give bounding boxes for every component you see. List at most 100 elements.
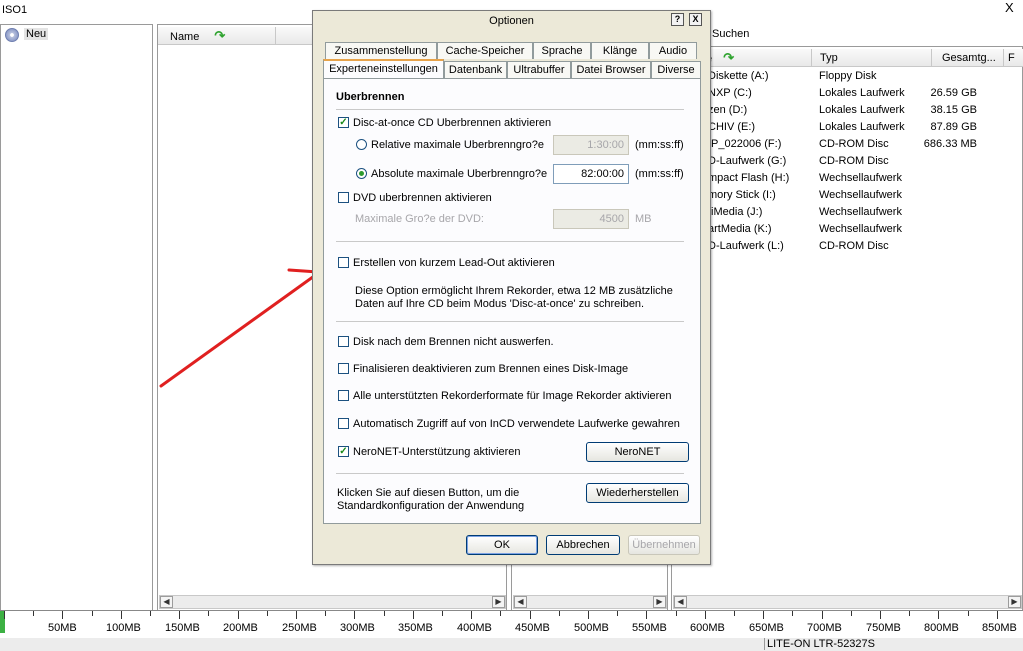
neronet-button[interactable]: NeroNET (586, 442, 689, 462)
drive-size: 26.59 GB (930, 87, 977, 99)
restore-description-line-1: Klicken Sie auf diesen Button, um die (337, 487, 520, 499)
drive-row[interactable]: CHIV (E:) Lokales Laufwerk 87.89 GB (672, 119, 1002, 136)
ruler-tick (880, 611, 881, 619)
ruler-tick (909, 611, 910, 616)
incd-access-checkbox[interactable] (338, 418, 349, 429)
drive-name: artMedia (K:) (708, 223, 772, 235)
ruler-tick (676, 611, 677, 616)
ruler-label: 350MB (398, 622, 433, 634)
tab-ultrabuffer[interactable]: Ultrabuffer (507, 61, 571, 78)
tab-klaenge[interactable]: Klänge (591, 42, 649, 59)
scroll-right-icon[interactable]: ▶ (1008, 596, 1021, 608)
separator (336, 109, 684, 110)
ruler-tick (763, 611, 764, 619)
ruler-tick (62, 611, 63, 619)
short-leadout-checkbox[interactable] (338, 257, 349, 268)
drive-row[interactable]: Diskette (A:) Floppy Disk (672, 68, 1002, 85)
drive-row[interactable]: artMedia (K:) Wechsellaufwerk (672, 221, 1002, 238)
ruler-tick (296, 611, 297, 619)
scroll-left-icon[interactable]: ◀ (674, 596, 687, 608)
drive-name: zen (D:) (708, 104, 748, 116)
ruler-tick (530, 611, 531, 619)
close-icon[interactable]: X (689, 13, 702, 26)
relative-max-radio[interactable] (356, 139, 367, 150)
drive-row[interactable]: tiMedia (J:) Wechsellaufwerk (672, 204, 1002, 221)
scroll-right-icon[interactable]: ▶ (492, 596, 505, 608)
drive-list-pane: e ↷ Typ Gesamtg... F Diskette (A:) Floppy… (671, 46, 1023, 611)
tab-zusammenstellung[interactable]: Zusammenstellung (325, 42, 437, 59)
drive-row[interactable]: NXP (C:) Lokales Laufwerk 26.59 GB (672, 85, 1002, 102)
absolute-max-radio[interactable] (356, 168, 367, 179)
neronet-support-checkbox[interactable]: ✓ (338, 446, 349, 457)
absolute-unit-label: (mm:ss:ff) (635, 168, 684, 180)
type-column[interactable]: Typ (812, 49, 932, 67)
apply-button[interactable]: Übernehmen (628, 535, 700, 555)
drive-type: Wechsellaufwerk (819, 189, 902, 201)
status-bar: LITE-ON LTR-52327S (0, 638, 1023, 651)
app-close-icon[interactable]: X (1005, 0, 1014, 15)
tab-audio[interactable]: Audio (649, 42, 697, 59)
no-eject-checkbox[interactable] (338, 336, 349, 347)
ruler-tick (471, 611, 472, 619)
dvd-overburn-checkbox[interactable] (338, 192, 349, 203)
drive-type: Lokales Laufwerk (819, 104, 905, 116)
absolute-max-label: Absolute maximale Uberbrenngro?e (371, 168, 548, 180)
ruler-tick (238, 611, 239, 619)
tab-datei-browser[interactable]: Datei Browser (571, 61, 651, 78)
separator (336, 321, 684, 322)
tab-cache-speicher[interactable]: Cache-Speicher (437, 42, 533, 59)
section-title-overburn: Uberbrennen (336, 91, 405, 103)
ruler-tick (325, 611, 326, 616)
ruler-label: 550MB (632, 622, 667, 634)
ruler-tick (559, 611, 560, 616)
compilation-hscrollbar[interactable]: ◀ ▶ (159, 595, 506, 609)
cancel-button[interactable]: Abbrechen (546, 535, 620, 555)
ruler-label: 450MB (515, 622, 550, 634)
dvd-max-field[interactable]: 4500 (553, 209, 629, 229)
ruler-tick (500, 611, 501, 616)
drive-row[interactable]: mpact Flash (H:) Wechsellaufwerk (672, 170, 1002, 187)
restore-description-line-2: Standardkonfiguration der Anwendung (337, 500, 525, 512)
ok-button[interactable]: OK (466, 535, 538, 555)
options-dialog: Optionen ? X Zusammenstellung Cache-Spei… (312, 10, 711, 565)
drive-row[interactable]: D-Laufwerk (G:) CD-ROM Disc (672, 153, 1002, 170)
tab-experteneinstellungen[interactable]: Experteneinstellungen (323, 59, 444, 78)
ruler-tick (208, 611, 209, 616)
browser-tree-hscrollbar[interactable]: ◀ ▶ (513, 595, 667, 609)
ruler-tick (792, 611, 793, 616)
drive-row[interactable]: IP_022006 (F:) CD-ROM Disc 686.33 MB (672, 136, 1002, 153)
name-column-header[interactable]: Name ↷ (158, 27, 276, 45)
drive-list: Diskette (A:) Floppy Disk NXP (C:) Lokales … (672, 68, 1023, 268)
restore-button[interactable]: Wiederherstellen (586, 483, 689, 503)
drive-row[interactable]: zen (D:) Lokales Laufwerk 38.15 GB (672, 102, 1002, 119)
tab-sprache[interactable]: Sprache (533, 42, 591, 59)
drive-row[interactable]: mory Stick (I:) Wechsellaufwerk (672, 187, 1002, 204)
total-size-column[interactable]: Gesamtg... (932, 49, 1004, 67)
scroll-right-icon[interactable]: ▶ (653, 596, 666, 608)
drive-row[interactable]: D-Laufwerk (L:) CD-ROM Disc (672, 238, 1002, 255)
drive-size: 38.15 GB (930, 104, 977, 116)
ruler-tick (442, 611, 443, 616)
free-column[interactable]: F (1004, 49, 1023, 67)
ruler-label: 400MB (457, 622, 492, 634)
search-tab[interactable]: Suchen (712, 28, 749, 40)
drive-list-hscrollbar[interactable]: ◀ ▶ (673, 595, 1022, 609)
scroll-left-icon[interactable]: ◀ (160, 596, 173, 608)
ruler-label: 300MB (340, 622, 375, 634)
tab-datenbank[interactable]: Datenbank (444, 61, 507, 78)
dao-overburn-checkbox[interactable]: ✓ (338, 117, 349, 128)
relative-max-field[interactable]: 1:30:00 (553, 135, 629, 155)
total-size-column-label: Gesamtg... (942, 52, 996, 64)
ruler-tick (822, 611, 823, 619)
no-finalize-checkbox[interactable] (338, 363, 349, 374)
absolute-max-field[interactable]: 82:00:00 (553, 164, 629, 184)
capacity-bar: 50MB 100MB 150MB 200MB 250MB 300MB 350MB 400MB 4… (0, 610, 1023, 638)
tab-diverse[interactable]: Diverse (651, 61, 701, 78)
scroll-left-icon[interactable]: ◀ (514, 596, 527, 608)
ruler-tick (646, 611, 647, 619)
ruler-tick (997, 611, 998, 619)
drive-type: CD-ROM Disc (819, 240, 889, 252)
leadout-description-line-1: Diese Option ermöglicht Ihrem Rekorder, … (355, 285, 673, 297)
help-icon[interactable]: ? (671, 13, 684, 26)
all-formats-checkbox[interactable] (338, 390, 349, 401)
